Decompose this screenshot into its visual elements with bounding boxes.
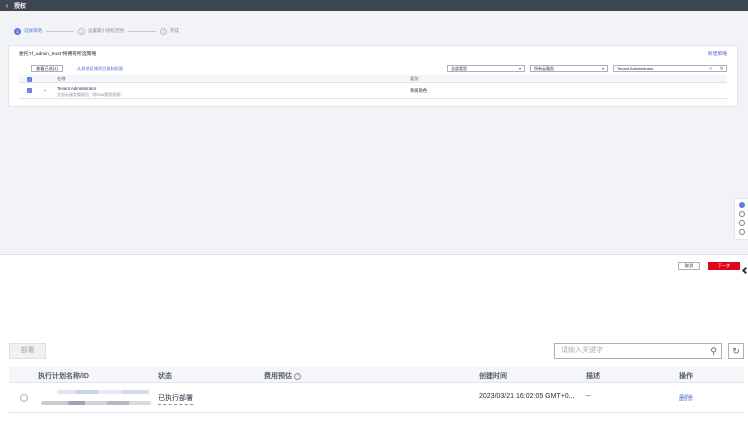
policy-type: 系统角色 — [410, 88, 428, 93]
new-policy-link[interactable]: 新建策略 — [708, 50, 727, 57]
deploy-button[interactable]: 部署 — [9, 343, 46, 359]
type-filter-select[interactable]: 全部类型 ▾ — [447, 65, 525, 72]
column-operation: 操作 — [679, 373, 693, 380]
keyword-search-input[interactable]: 请输入关键字 ⚲ — [554, 343, 722, 359]
column-type: 类别 — [410, 76, 419, 81]
view-selected-button[interactable]: 查看已选(1) — [31, 65, 63, 72]
top-bar: ‹ 授权 — [0, 0, 748, 11]
step-label: 设置最小授权范围 — [88, 28, 124, 33]
column-cost: 费用预估? — [264, 371, 301, 381]
step-label: 选择策略 — [24, 28, 42, 33]
search-icon[interactable]: ⚲ — [720, 66, 723, 71]
policy-card-heading: 委托"rf_admin_trust"将拥有所选策略 — [19, 52, 97, 57]
chevron-down-icon[interactable]: ⌄ — [43, 87, 47, 93]
chevron-left-icon[interactable]: ‹ — [0, 0, 14, 11]
chevron-down-icon: ▾ — [601, 66, 604, 71]
question-icon[interactable]: ? — [294, 372, 301, 380]
keyword-search-placeholder: 请输入关键字 — [561, 347, 603, 354]
column-name: 名称 — [57, 76, 66, 81]
policy-name: Tenant Administrator — [57, 86, 97, 91]
cancel-button[interactable]: 取消 — [678, 262, 700, 270]
authorize-panel: 1 选择策略 2 设置最小授权范围 3 完成 委托"rf_admin_trust… — [0, 11, 748, 255]
plan-id-blurred — [41, 401, 151, 405]
service-filter-select[interactable]: 所有云服务 ▾ — [530, 65, 608, 72]
refresh-icon: ↻ — [732, 346, 740, 356]
step-label: 完成 — [170, 28, 179, 33]
chevron-down-icon: ▾ — [518, 66, 521, 71]
column-cost-label: 费用预估 — [264, 373, 292, 380]
plan-name-blurred — [57, 390, 149, 394]
copy-permissions-link[interactable]: 从其他区域项目复制权限 — [77, 66, 123, 72]
footer-bar — [0, 256, 748, 276]
step-connector — [46, 30, 74, 32]
side-toolbar — [734, 198, 748, 240]
plan-status[interactable]: 已执行部署 — [158, 393, 193, 405]
policy-search-value: Tenant Administrator — [617, 66, 654, 71]
chat-icon[interactable] — [739, 229, 745, 235]
select-all-checkbox[interactable]: ✓ — [27, 76, 32, 82]
refresh-button[interactable]: ↻ — [728, 343, 744, 359]
policy-table-header: ✓ 名称 类别 — [19, 75, 727, 83]
column-description: 描述 — [586, 373, 600, 380]
row-radio[interactable] — [20, 394, 28, 402]
table-row: 已执行部署 2023/03/21 16:02:05 GMT+0... -- 删除 — [9, 384, 744, 413]
plan-description: -- — [586, 393, 591, 400]
page-title: 授权 — [14, 4, 27, 10]
row-checkbox[interactable]: ✓ — [27, 88, 32, 93]
column-created: 创建时间 — [479, 373, 507, 380]
type-filter-value: 全部类型 — [451, 66, 467, 71]
table-row: ✓ ⌄ Tenant Administrator 全部云服务管理员（除IAM管理… — [19, 83, 727, 99]
step-number: 2 — [78, 27, 85, 35]
service-filter-value: 所有云服务 — [534, 66, 554, 71]
step-1: 1 选择策略 — [14, 27, 42, 35]
next-button[interactable]: 下一步 — [708, 262, 740, 270]
step-number: 3 — [160, 27, 167, 35]
feedback-icon[interactable] — [739, 211, 745, 217]
help-icon[interactable] — [739, 202, 745, 208]
clear-icon[interactable]: × — [709, 66, 712, 71]
search-icon[interactable]: ⚲ — [710, 344, 717, 358]
step-indicator: 1 选择策略 2 设置最小授权范围 3 完成 — [14, 26, 179, 36]
document-icon[interactable] — [739, 220, 745, 226]
column-status: 状态 — [158, 373, 172, 380]
policy-search-input[interactable]: Tenant Administrator × ⚲ — [613, 65, 727, 72]
step-connector — [128, 30, 156, 32]
delete-link[interactable]: 删除 — [679, 393, 693, 403]
policy-toolbar: 查看已选(1) 从其他区域项目复制权限 全部类型 ▾ 所有云服务 ▾ Tenan… — [19, 64, 727, 73]
plan-table-header: 执行计划名称/ID 状态 费用预估? 创建时间 描述 操作 — [9, 367, 744, 383]
step-number: 1 — [14, 27, 21, 35]
step-2: 2 设置最小授权范围 — [78, 27, 124, 35]
step-3: 3 完成 — [160, 27, 179, 35]
policy-card: 委托"rf_admin_trust"将拥有所选策略 新建策略 查看已选(1) 从… — [8, 45, 738, 107]
policy-description: 全部云服务管理员（除IAM管理权限） — [57, 92, 125, 97]
plan-created-time: 2023/03/21 16:02:05 GMT+0... — [479, 393, 575, 400]
column-plan-name: 执行计划名称/ID — [38, 373, 89, 380]
